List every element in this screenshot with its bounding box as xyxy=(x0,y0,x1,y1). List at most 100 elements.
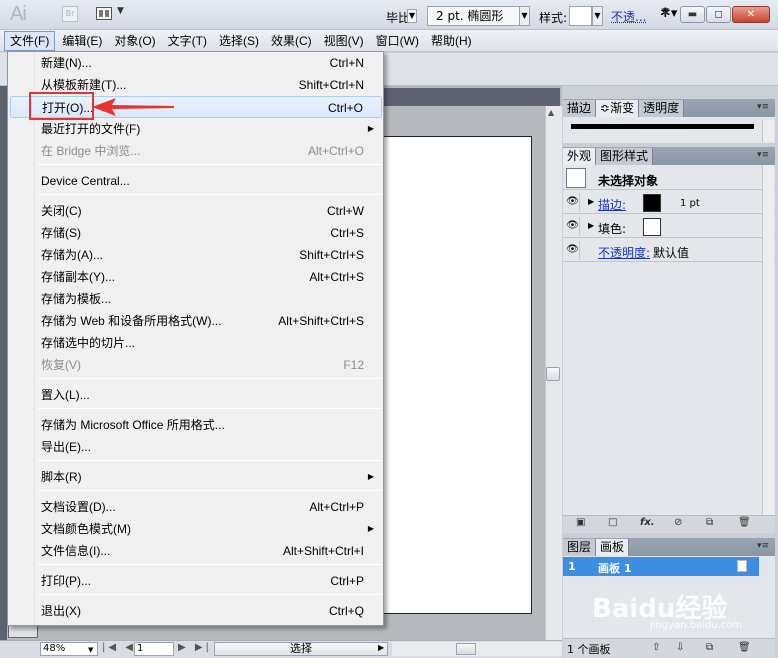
stroke-profile-dropdown[interactable]: ▼ xyxy=(407,9,417,23)
maximize-button[interactable]: ◻ xyxy=(706,6,731,23)
appearance-fill-row[interactable] xyxy=(563,215,775,238)
panel-menu-icon[interactable]: ▾≡ xyxy=(757,150,769,160)
gradient-slider[interactable] xyxy=(571,124,754,129)
menu-help[interactable]: 帮助(H) xyxy=(426,31,477,51)
menu-file[interactable]: 文件(F) xyxy=(4,31,56,51)
scroll-up-icon[interactable]: ▲ xyxy=(548,108,554,117)
artboard-nav-next[interactable]: ▶ ▶| xyxy=(178,642,212,653)
tab-appearance[interactable]: 外观 xyxy=(563,148,597,165)
brush-dropdown-arrow[interactable]: ▼ xyxy=(519,6,530,26)
vertical-scroll-thumb[interactable] xyxy=(546,367,560,381)
move-down-icon[interactable]: ⇩ xyxy=(676,642,684,653)
menu-object[interactable]: 对象(O) xyxy=(109,31,160,51)
menu-item-scripts[interactable]: 脚本(R) ▶ xyxy=(10,466,382,488)
fx-icon[interactable]: fx. xyxy=(640,517,655,528)
stroke-swatch[interactable] xyxy=(643,194,661,212)
opacity-link[interactable]: 不透明度: xyxy=(598,244,650,261)
menu-item-file-info[interactable]: 文件信息(I)... Alt+Shift+Ctrl+I xyxy=(10,540,382,562)
chevron-down-icon[interactable]: ▼ xyxy=(88,646,93,654)
menu-item-device-central[interactable]: Device Central... xyxy=(10,170,382,192)
artboard-name[interactable]: 画板 1 xyxy=(598,560,631,576)
expand-triangle-icon[interactable]: ▶ xyxy=(588,221,594,230)
screen-mode-button[interactable] xyxy=(8,624,38,638)
gradient-panel-scrollbar[interactable] xyxy=(762,120,774,142)
tab-transparency[interactable]: 透明度 xyxy=(639,100,685,117)
menu-item-close[interactable]: 关闭(C) Ctrl+W xyxy=(10,200,382,222)
opacity-link[interactable]: 不透... xyxy=(611,8,646,25)
horizontal-scrollbar[interactable] xyxy=(392,642,562,656)
horizontal-scroll-thumb[interactable] xyxy=(456,643,476,655)
highlight-annotation-box xyxy=(29,92,94,120)
close-button[interactable]: ✕ xyxy=(732,6,770,23)
artboard-number-field[interactable]: 1 xyxy=(134,642,174,656)
menu-item-document-color-mode[interactable]: 文档颜色模式(M) ▶ xyxy=(10,518,382,540)
artboard-nav-prev[interactable]: |◀ ◀ xyxy=(102,642,136,653)
menu-bar: 文件(F) 编辑(E) 对象(O) 文字(T) 选择(S) 效果(C) 视图(V) 窗口(W)… xyxy=(0,30,778,52)
menu-item-save-for-office[interactable]: 存储为 Microsoft Office 所用格式... xyxy=(10,414,382,436)
status-arrow-icon[interactable]: ▶ xyxy=(378,643,384,652)
menu-item-document-setup[interactable]: 文档设置(D)... Alt+Ctrl+P xyxy=(10,496,382,518)
style-swatch[interactable] xyxy=(569,6,592,26)
menu-item-label: 存储为 Web 和设备所用格式(W)... xyxy=(41,314,222,328)
fill-swatch[interactable] xyxy=(643,218,661,236)
menu-separator xyxy=(38,408,382,409)
panel-menu-icon[interactable]: ▾≡ xyxy=(757,102,769,112)
arrange-documents-icon xyxy=(96,7,112,20)
appearance-header-row xyxy=(563,165,775,190)
appearance-stroke-row[interactable] xyxy=(563,191,775,214)
eye-icon[interactable]: 👁 xyxy=(566,217,580,235)
menu-item-shortcut: Ctrl+N xyxy=(329,56,364,70)
expand-triangle-icon[interactable]: ▶ xyxy=(588,197,594,206)
artboard-options-icon[interactable] xyxy=(737,560,747,572)
menu-item-open-recent[interactable]: 最近打开的文件(F) ▶ xyxy=(10,118,382,140)
add-new-fill-icon[interactable]: □ xyxy=(608,517,617,528)
menu-item-label: 新建(N)... xyxy=(41,56,92,70)
move-up-icon[interactable]: ⇧ xyxy=(652,642,660,653)
menu-item-exit[interactable]: 退出(X) Ctrl+Q xyxy=(10,600,382,622)
style-dropdown-arrow[interactable]: ▼ xyxy=(592,6,603,26)
new-artboard-icon[interactable]: ⧉ xyxy=(706,642,713,653)
menu-item-place[interactable]: 置入(L)... xyxy=(10,384,382,406)
menu-item-new[interactable]: 新建(N)... Ctrl+N xyxy=(10,52,382,74)
menu-type[interactable]: 文字(T) xyxy=(163,31,212,51)
menu-window[interactable]: 窗口(W) xyxy=(371,31,424,51)
menu-item-save-as[interactable]: 存储为(A)... Shift+Ctrl+S xyxy=(10,244,382,266)
menu-effect[interactable]: 效果(C) xyxy=(266,31,317,51)
recolor-artwork-icon[interactable]: ✲▾ xyxy=(660,6,688,26)
eye-icon[interactable]: 👁 xyxy=(566,193,580,211)
tab-stroke[interactable]: 描边 xyxy=(563,100,597,117)
menu-edit[interactable]: 编辑(E) xyxy=(57,31,107,51)
tab-gradient[interactable]: ≎渐变 xyxy=(596,100,640,117)
tab-layers[interactable]: 图层 xyxy=(563,539,597,556)
bridge-button[interactable]: Br xyxy=(62,6,78,22)
duplicate-item-icon[interactable]: ⧉ xyxy=(706,517,713,528)
menu-item-print[interactable]: 打印(P)... Ctrl+P xyxy=(10,570,382,592)
menu-item-export[interactable]: 导出(E)... xyxy=(10,436,382,458)
trash-icon[interactable]: 🗑 xyxy=(738,517,751,528)
menu-item-label: 文档颜色模式(M) xyxy=(41,522,131,536)
artboard-row[interactable] xyxy=(563,557,759,576)
menu-item-save-a-copy[interactable]: 存储副本(Y)... Alt+Ctrl+S xyxy=(10,266,382,288)
clear-appearance-icon[interactable]: ⊘ xyxy=(674,517,682,528)
menu-item-save[interactable]: 存储(S) Ctrl+S xyxy=(10,222,382,244)
brush-definition-select[interactable]: 2 pt. 椭圆形 xyxy=(427,6,520,26)
menu-view[interactable]: 视图(V) xyxy=(319,31,369,51)
menu-select[interactable]: 选择(S) xyxy=(214,31,264,51)
tab-artboards[interactable]: 画板 xyxy=(596,539,630,556)
tab-graphic-styles[interactable]: 图形样式 xyxy=(596,148,654,165)
menu-item-save-selected-slices[interactable]: 存储选中的切片... xyxy=(10,332,382,354)
trash-icon[interactable]: 🗑 xyxy=(738,642,751,653)
eye-icon[interactable]: 👁 xyxy=(566,241,580,259)
status-selector[interactable]: 选择 xyxy=(214,642,388,656)
menu-item-save-for-web[interactable]: 存储为 Web 和设备所用格式(W)... Alt+Shift+Ctrl+S xyxy=(10,310,382,332)
add-new-stroke-icon[interactable]: ▣ xyxy=(576,517,585,528)
appearance-scrollbar[interactable] xyxy=(762,165,774,515)
menu-item-shortcut: Alt+Ctrl+S xyxy=(309,270,364,284)
panel-menu-icon[interactable]: ▾≡ xyxy=(757,541,769,551)
menu-item-label: 关闭(C) xyxy=(41,204,82,218)
artboard[interactable] xyxy=(384,136,532,614)
arrange-documents-button[interactable]: ▼ xyxy=(96,6,126,22)
document-tab[interactable] xyxy=(384,88,560,106)
menu-item-save-as-template[interactable]: 存储为模板... xyxy=(10,288,382,310)
stroke-link[interactable]: 描边: xyxy=(598,196,626,213)
